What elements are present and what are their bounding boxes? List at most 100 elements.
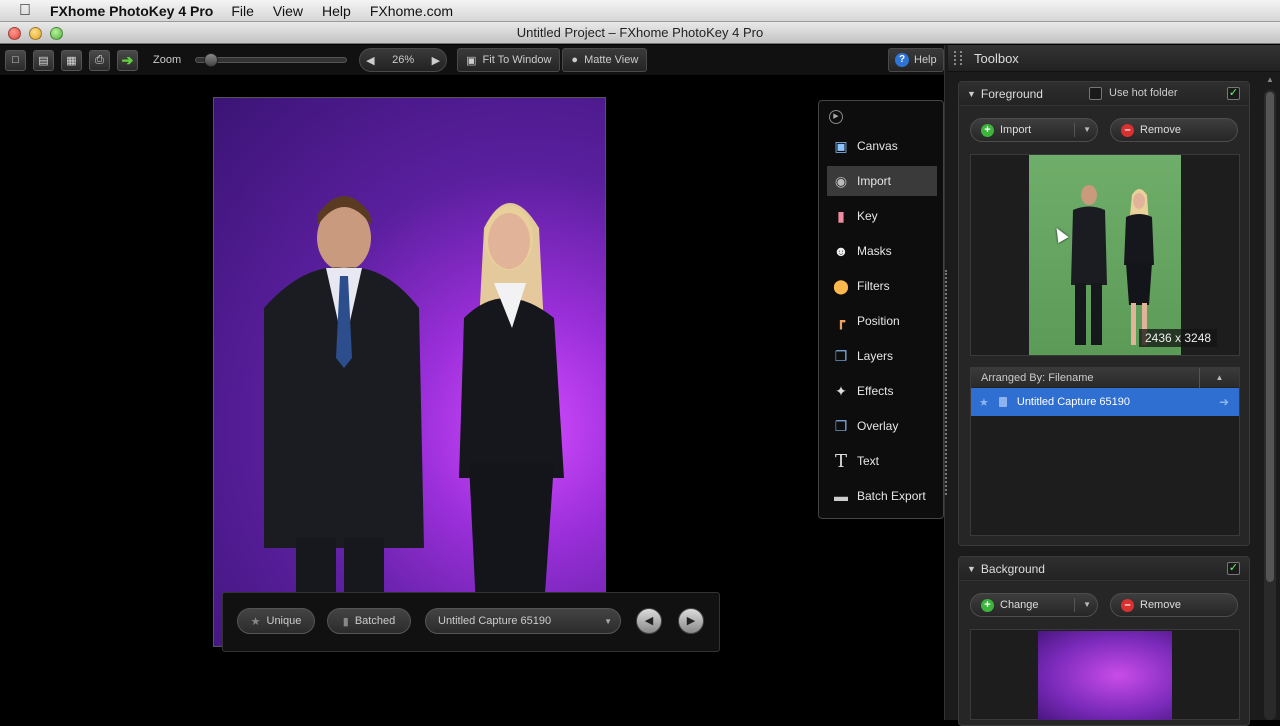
fit-to-window-button[interactable]: ▣ Fit To Window: [457, 48, 561, 72]
color-wheel-icon: ⬤: [833, 277, 849, 294]
disclosure-triangle-icon[interactable]: ▼: [967, 564, 976, 574]
tool-item-overlay[interactable]: ❐ Overlay: [827, 411, 937, 441]
previous-capture-button[interactable]: ◀: [636, 608, 662, 634]
star-icon[interactable]: ★: [979, 396, 989, 409]
toolbox-title: Toolbox: [974, 50, 1019, 66]
foreground-enabled-checkbox[interactable]: ✓: [1227, 87, 1240, 100]
use-hot-folder-label: Use hot folder: [1109, 87, 1178, 99]
change-button[interactable]: + Change ▼: [970, 593, 1098, 617]
apple-icon[interactable]: : [0, 2, 50, 20]
save-icon[interactable]: ▦: [61, 49, 82, 71]
minimize-window-button[interactable]: [29, 27, 42, 40]
background-remove-button[interactable]: – Remove: [1110, 593, 1238, 617]
menu-fxhome[interactable]: FXhome.com: [370, 3, 453, 19]
use-hot-folder-checkbox[interactable]: [1089, 87, 1102, 100]
composite-people-image: [264, 196, 564, 646]
position-icon: ┏: [836, 312, 846, 329]
main-toolbar: □ ▤ ▦ ⎙ ➔ Zoom ◀ 26% ▶ ▣ Fit To Window ●…: [0, 45, 944, 75]
print-icon[interactable]: ⎙: [89, 49, 110, 71]
menu-app-name[interactable]: FXhome PhotoKey 4 Pro: [50, 3, 213, 19]
grip-icon[interactable]: [954, 51, 962, 65]
tool-item-layers[interactable]: ❐ Layers: [827, 341, 937, 371]
open-folder-icon[interactable]: ▤: [33, 49, 54, 71]
menu-file[interactable]: File: [231, 3, 254, 19]
unique-label: Unique: [266, 615, 302, 627]
help-button[interactable]: ? Help: [888, 48, 944, 72]
fit-to-window-label: Fit To Window: [482, 54, 552, 66]
import-label: Import: [1000, 124, 1032, 136]
zoom-slider-thumb[interactable]: [204, 53, 219, 67]
image-dimensions: 2436 x 3248: [1139, 329, 1218, 347]
tool-item-key[interactable]: ▮ Key: [827, 201, 937, 231]
sort-arrow-icon[interactable]: ▲: [1199, 368, 1239, 388]
matte-view-label: Matte View: [584, 54, 639, 66]
toolbox-header: Toolbox: [948, 45, 1280, 72]
foreground-list: Arranged By: Filename ▲ ★ Untitled Captu…: [970, 367, 1240, 536]
toolbox-scroll-thumb[interactable]: [1266, 92, 1274, 582]
chevron-down-icon: ▼: [604, 616, 612, 626]
next-capture-button[interactable]: ▶: [678, 608, 704, 634]
camera-icon: ◉: [834, 172, 848, 189]
tool-item-position[interactable]: ┏ Position: [827, 306, 937, 336]
chevron-down-icon[interactable]: ▼: [1074, 598, 1091, 612]
foreground-title: Foreground: [980, 86, 1043, 101]
capture-bar: ★ Unique ▮ Batched Untitled Capture 6519…: [222, 592, 720, 652]
menu-bar:  FXhome PhotoKey 4 Pro File View Help F…: [0, 0, 1280, 22]
fit-window-icon: ▣: [466, 54, 477, 67]
composite-preview-image[interactable]: [213, 97, 606, 647]
new-document-icon[interactable]: □: [5, 49, 26, 71]
tool-item-effects[interactable]: ✦ Effects: [827, 376, 937, 406]
tool-item-filters[interactable]: ⬤ Filters: [827, 271, 937, 301]
menu-view[interactable]: View: [273, 3, 303, 19]
tool-item-label: Canvas: [857, 139, 898, 153]
menu-help[interactable]: Help: [322, 3, 351, 19]
tool-item-label: Effects: [857, 384, 894, 398]
close-window-button[interactable]: [8, 27, 21, 40]
list-item[interactable]: ★ Untitled Capture 65190 ➜: [971, 388, 1239, 416]
greenscreen-people-image: [1071, 185, 1154, 345]
foreground-remove-button[interactable]: – Remove: [1110, 118, 1238, 142]
collapse-menu-icon[interactable]: ▶: [829, 110, 843, 124]
zoom-increase-icon[interactable]: ▶: [432, 54, 440, 67]
capture-select[interactable]: Untitled Capture 65190 ▼: [425, 608, 621, 634]
tool-item-label: Layers: [857, 349, 894, 363]
foreground-thumbnail: [1029, 155, 1181, 355]
background-enabled-checkbox[interactable]: ✓: [1227, 562, 1240, 575]
mask-icon: ☻: [833, 243, 849, 259]
foreground-header[interactable]: ▼ Foreground Use hot folder ✓: [959, 82, 1249, 106]
tool-item-masks[interactable]: ☻ Masks: [827, 236, 937, 266]
zoom-stepper[interactable]: ◀ 26% ▶: [359, 48, 448, 72]
batched-button[interactable]: ▮ Batched: [327, 608, 411, 634]
zoom-window-button[interactable]: [50, 27, 63, 40]
background-title: Background: [980, 561, 1045, 576]
tool-item-label: Position: [857, 314, 900, 328]
tool-item-batch-export[interactable]: ▬ Batch Export: [827, 481, 937, 511]
unique-button[interactable]: ★ Unique: [237, 608, 315, 634]
tool-item-label: Overlay: [857, 419, 899, 433]
canvas-icon: ▣: [834, 137, 848, 154]
zoom-decrease-icon[interactable]: ◀: [366, 54, 374, 67]
background-header[interactable]: ▼ Background ✓: [959, 557, 1249, 581]
tool-item-text[interactable]: T Text: [827, 446, 937, 476]
zoom-slider[interactable]: [195, 53, 348, 67]
splitter-grip[interactable]: [945, 270, 947, 495]
zoom-label: Zoom: [153, 54, 182, 66]
batched-label: Batched: [354, 615, 396, 627]
export-arrow-icon[interactable]: ➔: [117, 49, 138, 71]
chevron-down-icon[interactable]: ▼: [1074, 123, 1091, 137]
list-header[interactable]: Arranged By: Filename ▲: [971, 368, 1239, 388]
disclosure-triangle-icon[interactable]: ▼: [967, 89, 976, 99]
star-icon: ★: [250, 615, 261, 628]
tool-item-canvas[interactable]: ▣ Canvas: [827, 131, 937, 161]
matte-view-button[interactable]: ● Matte View: [562, 48, 648, 72]
plus-icon: +: [981, 598, 994, 612]
scroll-up-icon[interactable]: ▲: [1266, 75, 1276, 85]
text-icon: T: [834, 450, 847, 472]
remove-label: Remove: [1140, 124, 1181, 136]
list-item-label: Untitled Capture 65190: [1016, 396, 1131, 408]
import-button[interactable]: + Import ▼: [970, 118, 1098, 142]
tool-item-label: Text: [857, 454, 880, 468]
arrow-right-icon[interactable]: ➜: [1219, 395, 1229, 409]
tool-item-import[interactable]: ◉ Import: [827, 166, 937, 196]
arranged-by-label: Arranged By: Filename: [981, 372, 1094, 384]
